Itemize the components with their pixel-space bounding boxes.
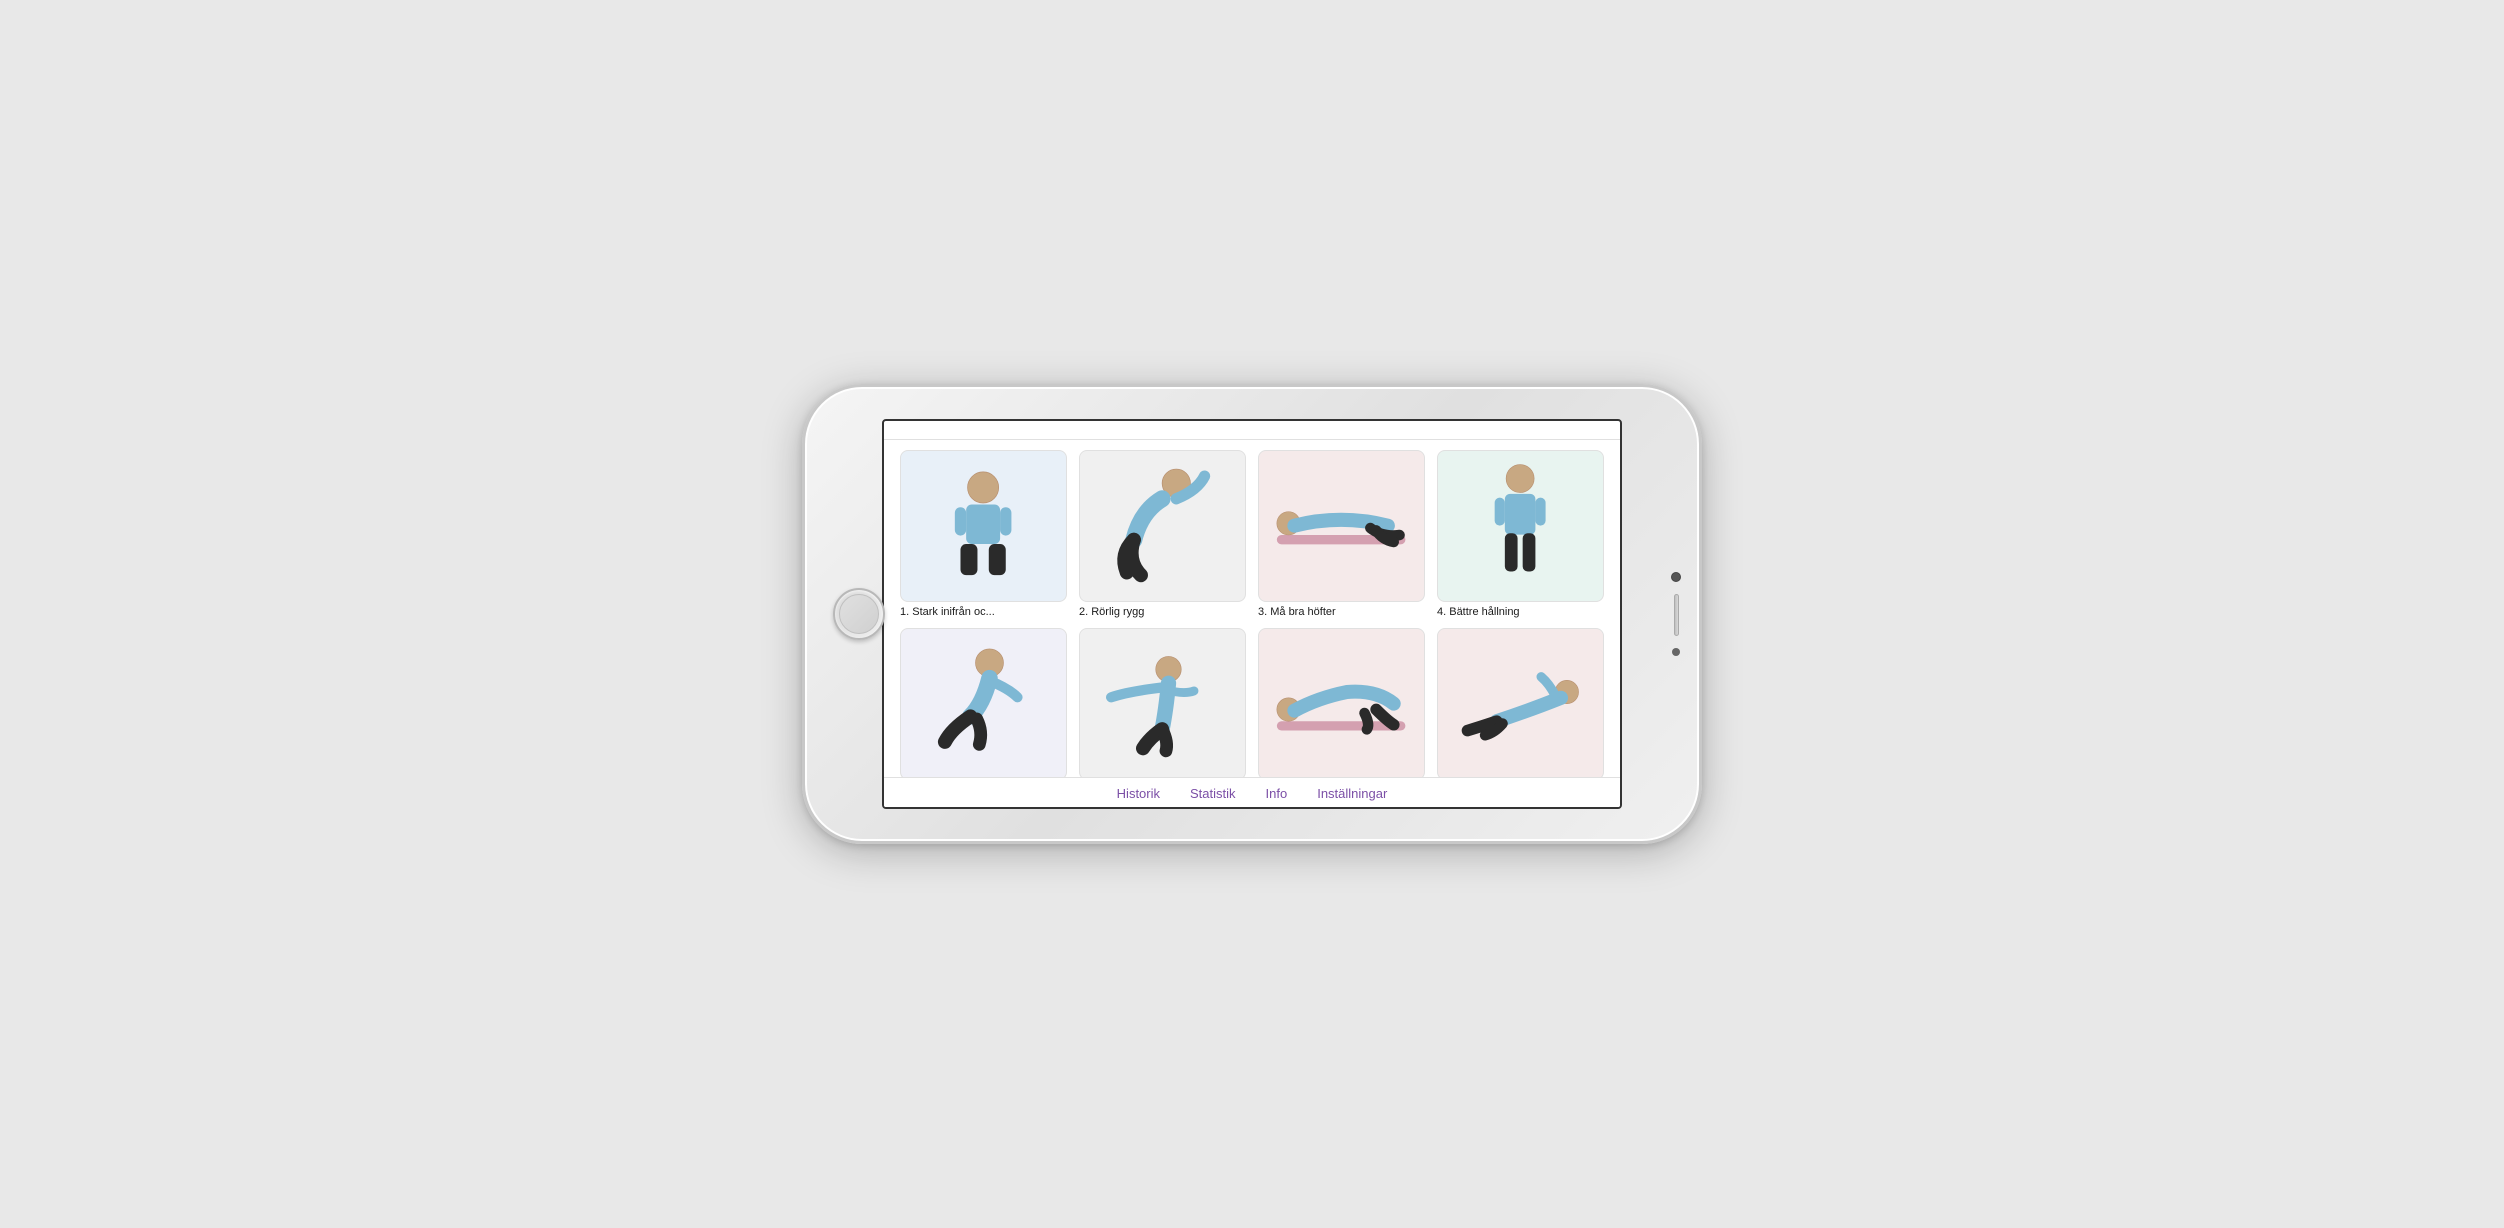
grid-item-5[interactable]: 5. Kroppskontroll xyxy=(900,628,1067,777)
grid-item-label-1: 1. Stark inifrån oc... xyxy=(900,606,1067,618)
grid-item-label-3: 3. Må bra höfter xyxy=(1258,606,1425,618)
grid-item-4[interactable]: 4. Bättre hållning xyxy=(1437,450,1604,618)
power-dot xyxy=(1672,648,1680,656)
tab-statistik[interactable]: Statistik xyxy=(1190,786,1236,801)
tab-historik[interactable]: Historik xyxy=(1117,786,1160,801)
grid-item-1[interactable]: 1. Stark inifrån oc... xyxy=(900,450,1067,618)
grid-item-image-8 xyxy=(1437,628,1604,777)
grid-item-image-5 xyxy=(900,628,1067,777)
grid-item-label-4: 4. Bättre hållning xyxy=(1437,606,1604,618)
phone-frame: 1. Stark inifrån oc... 2. Rörlig rygg 3.… xyxy=(802,384,1702,844)
grid-item-2[interactable]: 2. Rörlig rygg xyxy=(1079,450,1246,618)
grid-item-image-7 xyxy=(1258,628,1425,777)
tab-info[interactable]: Info xyxy=(1266,786,1288,801)
grid-item-7[interactable]: 7. Rörliga höfter xyxy=(1258,628,1425,777)
grid-item-6[interactable]: 6. Kroppsbalans xyxy=(1079,628,1246,777)
home-button[interactable] xyxy=(833,588,885,640)
camera-dot xyxy=(1671,572,1681,582)
grid-item-image-2 xyxy=(1079,450,1246,602)
grid-item-image-3 xyxy=(1258,450,1425,602)
tab-installningar[interactable]: Inställningar xyxy=(1317,786,1387,801)
screen-content: 1. Stark inifrån oc... 2. Rörlig rygg 3.… xyxy=(884,440,1620,777)
program-grid: 1. Stark inifrån oc... 2. Rörlig rygg 3.… xyxy=(900,450,1604,777)
tab-bar: Historik Statistik Info Inställningar xyxy=(884,777,1620,807)
grid-item-image-6 xyxy=(1079,628,1246,777)
phone-screen: 1. Stark inifrån oc... 2. Rörlig rygg 3.… xyxy=(882,419,1622,809)
screen-header xyxy=(884,421,1620,440)
grid-item-8[interactable]: 8. Överkroppsstyr... xyxy=(1437,628,1604,777)
grid-item-image-4 xyxy=(1437,450,1604,602)
grid-item-label-2: 2. Rörlig rygg xyxy=(1079,606,1246,618)
grid-item-image-1 xyxy=(900,450,1067,602)
side-buttons xyxy=(1671,572,1681,656)
grid-item-3[interactable]: 3. Må bra höfter xyxy=(1258,450,1425,618)
volume-button xyxy=(1674,594,1679,636)
